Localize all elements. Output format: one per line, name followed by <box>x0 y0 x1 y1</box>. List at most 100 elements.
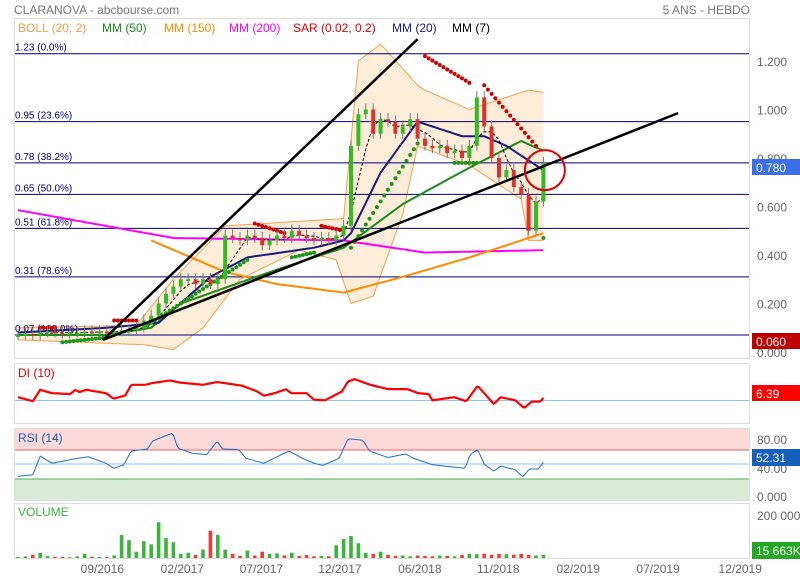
sar-dot <box>460 76 464 81</box>
volume-bar <box>430 556 435 558</box>
legend-mm7[interactable]: MM (7) <box>452 21 490 35</box>
volume-badge: 15 663K <box>752 542 800 559</box>
sar-dot <box>278 229 283 234</box>
sar-badge: 0.060 <box>752 333 800 349</box>
candle-body <box>208 279 213 285</box>
candle-body <box>430 145 435 149</box>
candle-body <box>349 145 353 226</box>
chart-title: CLARANOVA - abcbourse.com <box>14 3 179 17</box>
sar-dot <box>474 160 479 165</box>
sar-dot <box>374 205 379 210</box>
volume-bar <box>230 553 235 558</box>
legend-mm20[interactable]: MM (20) <box>392 21 437 35</box>
volume-bar <box>23 556 28 558</box>
volume-bar <box>319 555 324 558</box>
volume-bar <box>297 555 301 558</box>
legend-mm150[interactable]: MM (150) <box>164 21 215 35</box>
sar-dot <box>238 262 242 267</box>
candle-body <box>171 286 176 294</box>
legend-mm200[interactable]: MM (200) <box>229 21 280 35</box>
sar-dot <box>371 210 376 215</box>
candle-body <box>541 162 546 202</box>
sar-dot <box>297 253 302 258</box>
sar-dot <box>234 265 239 270</box>
candle-body <box>319 238 324 241</box>
date-axis: 09/2016 02/2017 07/2017 12/2017 06/2018 11/20… <box>81 562 763 576</box>
candle-body <box>201 279 205 285</box>
sar-dot <box>256 222 261 227</box>
candle-body <box>400 126 405 134</box>
period-label[interactable]: 5 ANS - HEBDO <box>663 3 750 17</box>
volume-bar <box>260 551 264 558</box>
candle-body <box>482 97 487 127</box>
svg-text:6.39: 6.39 <box>756 387 780 401</box>
price-tick-label: 1.000 <box>757 104 787 118</box>
legend-mm50[interactable]: MM (50) <box>102 21 147 35</box>
sar-dot <box>41 325 46 330</box>
candle-body <box>489 126 494 158</box>
volume-bar <box>149 544 153 558</box>
rsi-tick: 0.000 <box>757 490 787 504</box>
price-tick-label: 1.200 <box>757 55 787 69</box>
di-panel <box>14 363 750 424</box>
volume-bar <box>534 555 538 558</box>
sar-dot <box>130 318 135 323</box>
sar-dot <box>367 216 372 221</box>
fib-label: 0.65 (50.0%) <box>15 183 72 194</box>
sar-dot <box>271 227 276 232</box>
candle-body <box>90 331 94 334</box>
di-badge: 6.39 <box>752 385 800 401</box>
volume-bar <box>31 554 35 558</box>
volume-bar <box>541 554 546 558</box>
volume-bar <box>452 556 457 558</box>
legend-boll[interactable]: BOLL (20, 2) <box>18 21 86 35</box>
sar-dot <box>489 91 494 96</box>
sar-dot <box>241 260 246 265</box>
candle-body <box>67 332 72 335</box>
candle-body <box>186 279 191 282</box>
volume-panel <box>14 503 750 559</box>
sar-dot <box>330 226 335 231</box>
candle-body <box>215 279 220 285</box>
legend-sar[interactable]: SAR (0.02, 0.2) <box>293 21 376 35</box>
volume-bar <box>489 554 494 558</box>
volume-bar <box>415 555 420 558</box>
sar-dot <box>382 193 387 198</box>
candle-body <box>408 119 413 127</box>
date-tick-label: 09/2016 <box>81 562 125 576</box>
volume-bar <box>223 549 227 558</box>
volume-bar <box>245 550 250 558</box>
volume-bar <box>341 539 346 558</box>
sar-dot <box>378 199 383 204</box>
sar-dot <box>326 225 331 230</box>
candle-body <box>526 194 531 231</box>
volume-bar <box>112 555 116 558</box>
candle-body <box>245 235 250 241</box>
sar-dot <box>437 63 442 68</box>
sar-dot <box>508 113 513 118</box>
sar-dot <box>363 222 368 227</box>
volume-bar <box>401 555 405 558</box>
volume-bar <box>378 551 383 558</box>
sar-dot <box>400 164 405 169</box>
volume-bar <box>127 540 131 558</box>
volume-bar <box>216 534 220 558</box>
candle-body <box>356 114 361 146</box>
sar-dot <box>522 130 527 135</box>
candle-body <box>260 238 265 246</box>
sar-dot <box>212 279 217 284</box>
sar-dot <box>189 294 194 299</box>
sar-dot <box>319 223 324 228</box>
sar-dot <box>411 147 416 152</box>
volume-bar <box>179 553 183 558</box>
volume-bar <box>423 555 427 558</box>
sar-dot <box>175 303 180 308</box>
volume-bar <box>53 556 57 558</box>
sar-dot <box>230 267 235 272</box>
candle-body <box>104 331 109 334</box>
volume-bar <box>282 555 287 558</box>
candle-body <box>223 235 228 280</box>
sar-dot <box>541 236 546 241</box>
sar-dot <box>171 306 176 311</box>
sar-dot <box>75 338 80 343</box>
